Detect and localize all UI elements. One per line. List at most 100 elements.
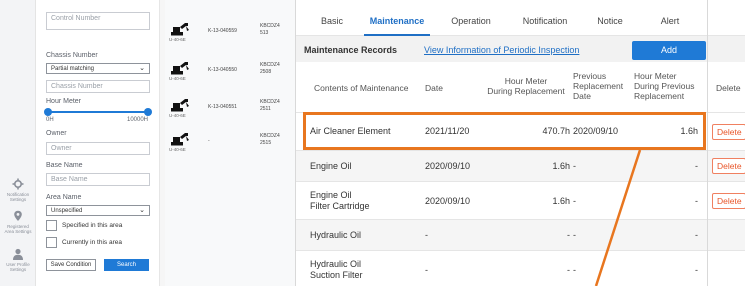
search-panel: Notification Settings Registered Area Se… bbox=[0, 0, 165, 286]
divider bbox=[707, 0, 708, 286]
base-name-label: Base Name bbox=[46, 162, 83, 169]
tab-maintenance[interactable]: Maintenance bbox=[364, 0, 430, 36]
machine-code: KBCDZ4 513 bbox=[260, 23, 280, 37]
chassis-number-label: Chassis Number bbox=[46, 52, 98, 59]
cell-contents: Engine Oil bbox=[310, 161, 352, 171]
cell-line: Engine Oil bbox=[310, 190, 352, 200]
chassis-number-input[interactable]: Chassis Number bbox=[46, 80, 150, 93]
table-row[interactable]: Hydraulic Oil Suction Filter - - - - bbox=[296, 250, 745, 286]
owner-placeholder: Owner bbox=[51, 145, 72, 152]
machine-serial: K-13-040551 bbox=[208, 104, 237, 110]
sidebar-item-user-profile-settings[interactable]: User Profile Settings bbox=[2, 248, 34, 272]
search-button[interactable]: Search bbox=[104, 259, 149, 271]
machine-code-line: KBCDZ4 bbox=[260, 23, 280, 29]
column-header-date: Date bbox=[425, 83, 443, 93]
table-row[interactable]: Air Cleaner Element 2021/11/20 470.7h 20… bbox=[296, 112, 745, 150]
machine-code-line: KBCDZ4 bbox=[260, 99, 280, 105]
currently-in-area-checkbox[interactable]: Currently in this area bbox=[46, 237, 122, 249]
specified-in-area-checkbox[interactable]: Specified in this area bbox=[46, 220, 122, 232]
cell-prev-date: - bbox=[573, 230, 576, 240]
owner-label: Owner bbox=[46, 130, 67, 137]
delete-button[interactable]: Delete bbox=[712, 193, 745, 209]
periodic-inspection-link[interactable]: View Information of Periodic Inspection bbox=[424, 45, 579, 55]
cell-prev-hour: - bbox=[695, 230, 698, 240]
cell-hour: 470.7h bbox=[542, 126, 570, 136]
checkbox-box[interactable] bbox=[46, 220, 57, 231]
control-number-placeholder: Control Number bbox=[51, 15, 101, 22]
delete-button[interactable]: Delete bbox=[712, 158, 745, 174]
cell-date: 2020/09/10 bbox=[425, 196, 471, 206]
table-row[interactable]: Engine Oil Filter Cartridge 2020/09/10 1.… bbox=[296, 181, 745, 219]
chassis-match-select[interactable]: Partial matching ⌄ bbox=[46, 63, 150, 74]
hour-meter-slider-track[interactable] bbox=[48, 111, 148, 113]
header-line: Previous bbox=[573, 71, 607, 81]
tab-basic[interactable]: Basic bbox=[308, 0, 356, 36]
chevron-down-icon: ⌄ bbox=[139, 207, 145, 214]
excavator-icon bbox=[171, 133, 189, 146]
machine-code-line: 2515 bbox=[260, 140, 272, 146]
list-item[interactable]: U-40-6E K-13-040551 KBCDZ4 2511 bbox=[165, 96, 295, 122]
tab-operation[interactable]: Operation bbox=[442, 0, 500, 36]
cell-contents: Air Cleaner Element bbox=[310, 126, 391, 136]
save-condition-button[interactable]: Save Condition bbox=[46, 259, 96, 271]
control-number-input[interactable]: Control Number bbox=[46, 12, 150, 30]
header-line: Hour Meter bbox=[504, 76, 548, 86]
header-line: Hour Meter bbox=[634, 71, 677, 81]
header-line: During Previous bbox=[634, 81, 695, 91]
delete-button[interactable]: Delete bbox=[712, 124, 745, 140]
cell-prev-hour: - bbox=[695, 161, 698, 171]
checkbox-box[interactable] bbox=[46, 237, 57, 248]
machine-model: U-40-6E bbox=[169, 76, 186, 81]
cell-prev-hour: - bbox=[695, 196, 698, 206]
machine-model: U-40-6E bbox=[169, 37, 186, 42]
column-header-delete: Delete bbox=[716, 83, 741, 93]
hour-meter-min-label: 0H bbox=[46, 117, 54, 123]
hour-meter-label: Hour Meter bbox=[46, 98, 82, 105]
table-row[interactable]: Engine Oil 2020/09/10 1.6h - - Delete bbox=[296, 150, 745, 181]
cell-date: 2020/09/10 bbox=[425, 161, 471, 171]
tab-notification[interactable]: Notification bbox=[512, 0, 578, 36]
cell-contents: Hydraulic Oil bbox=[310, 230, 362, 240]
list-item[interactable]: U-40-6E K-13-040559 KBCDZ4 513 bbox=[165, 20, 295, 46]
cell-line: Hydraulic Oil bbox=[310, 259, 362, 269]
list-item[interactable]: U-40-6E K-13-040550 KBCDZ4 2508 bbox=[165, 59, 295, 85]
machine-code-line: 2511 bbox=[260, 106, 271, 112]
cell-prev-date: - bbox=[573, 196, 576, 206]
machine-code bbox=[260, 0, 261, 5]
user-icon bbox=[13, 248, 23, 260]
cell-date: - bbox=[425, 230, 428, 240]
cell-prev-hour: 1.6h bbox=[680, 126, 698, 136]
area-select[interactable]: Unspecified ⌄ bbox=[46, 205, 150, 216]
owner-input[interactable]: Owner bbox=[46, 142, 150, 155]
machine-model: U-40-6E bbox=[169, 113, 186, 118]
excavator-icon bbox=[171, 23, 189, 36]
header-line: Replacement bbox=[573, 81, 624, 91]
table-row[interactable]: Hydraulic Oil - - - - bbox=[296, 219, 745, 250]
area-select-value: Unspecified bbox=[51, 208, 83, 214]
header-line: During Replacement bbox=[487, 86, 565, 96]
machine-code: KBCDZ4 2511 bbox=[260, 99, 280, 113]
sidebar-item-registered-area-settings[interactable]: Registered Area Settings bbox=[2, 210, 34, 234]
cell-prev-date: 2020/09/10 bbox=[573, 126, 619, 136]
list-item[interactable] bbox=[165, 0, 295, 22]
base-name-input[interactable]: Base Name bbox=[46, 173, 150, 186]
sidebar-item-notification-settings[interactable]: Notification Settings bbox=[2, 178, 34, 202]
column-header-hour-meter: Hour Meter During Replacement bbox=[482, 76, 570, 96]
tab-notice[interactable]: Notice bbox=[586, 0, 634, 36]
cell-contents: Hydraulic Oil Suction Filter bbox=[310, 259, 363, 281]
column-header-previous-date: Previous Replacement Date bbox=[573, 71, 623, 101]
tab-alert[interactable]: Alert bbox=[644, 0, 696, 36]
cell-hour: - bbox=[567, 230, 570, 240]
hour-meter-max-handle[interactable] bbox=[144, 108, 152, 116]
add-button[interactable]: Add bbox=[632, 41, 706, 60]
checkbox-label: Specified in this area bbox=[62, 222, 123, 229]
machine-code: KBCDZ4 2515 bbox=[260, 133, 280, 147]
cell-prev-date: - bbox=[573, 161, 576, 171]
excavator-icon bbox=[171, 99, 189, 112]
chevron-down-icon: ⌄ bbox=[139, 65, 145, 72]
column-header-contents: Contents of Maintenance bbox=[314, 83, 409, 93]
list-item[interactable]: U-40-6E - KBCDZ4 2515 bbox=[165, 130, 295, 156]
hour-meter-min-handle[interactable] bbox=[44, 108, 52, 116]
machine-serial: - bbox=[208, 138, 210, 144]
cell-date: - bbox=[425, 265, 428, 275]
